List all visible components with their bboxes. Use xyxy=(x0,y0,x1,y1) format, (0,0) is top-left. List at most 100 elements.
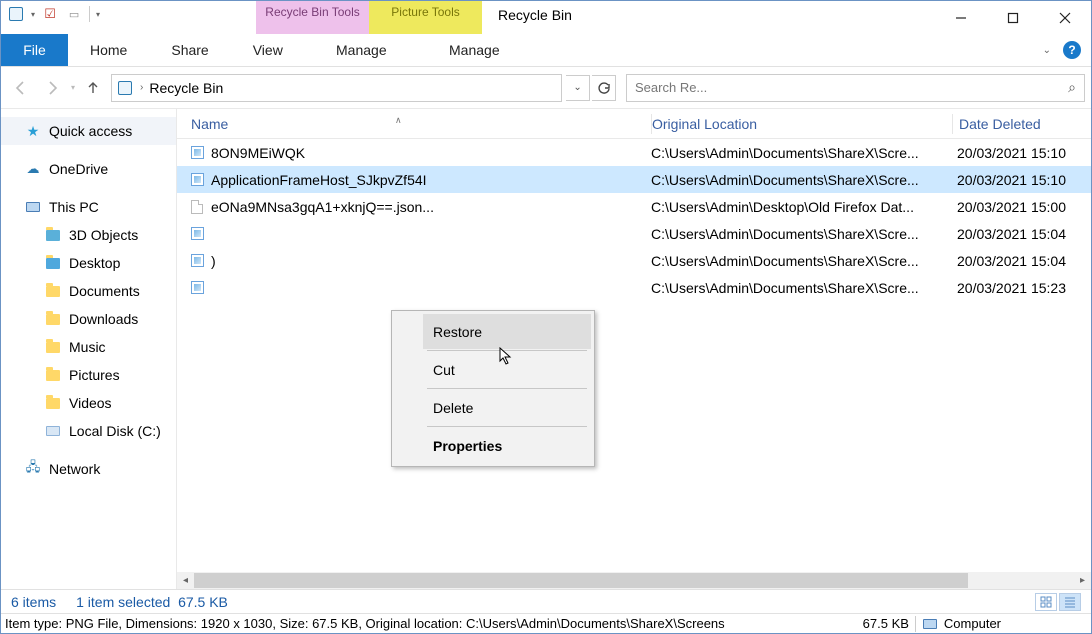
refresh-button[interactable] xyxy=(592,75,616,101)
view-tab[interactable]: View xyxy=(231,34,305,66)
tree-desktop[interactable]: Desktop xyxy=(1,249,176,277)
file-row[interactable]: 8ON9MEiWQKC:\Users\Admin\Documents\Share… xyxy=(177,139,1091,166)
address-bar[interactable]: › Recycle Bin xyxy=(111,74,562,102)
chevron-right-icon[interactable]: › xyxy=(140,82,143,93)
status-item-count: 6 items xyxy=(11,594,56,610)
up-button[interactable] xyxy=(79,74,107,102)
image-icon xyxy=(189,280,205,296)
back-button[interactable] xyxy=(7,74,35,102)
recycle-bin-icon xyxy=(7,5,25,23)
file-row[interactable]: eONa9MNsa3gqA1+xknjQ==.json... C:\Users\A… xyxy=(177,193,1091,220)
quick-access-toolbar: ▾ ☑ ▭ ▾ xyxy=(1,1,106,23)
file-name: 8ON9MEiWQK xyxy=(211,145,305,161)
info-size: 67.5 KB xyxy=(863,616,909,631)
file-name: eONa9MNsa3gqA1+xknjQ==.json... xyxy=(211,199,434,215)
file-name: ApplicationFrameHost_SJkpvZf54I xyxy=(211,172,427,188)
tree-network[interactable]: 🖧Network xyxy=(1,455,176,483)
home-tab[interactable]: Home xyxy=(68,34,149,66)
context-separator xyxy=(427,388,587,389)
file-row[interactable]: C:\Users\Admin\Documents\ShareX\Scre...2… xyxy=(177,274,1091,301)
image-icon xyxy=(189,172,205,188)
folder-icon xyxy=(45,339,61,355)
star-icon: ★ xyxy=(25,123,41,139)
picture-tools-tab[interactable]: Picture Tools xyxy=(369,1,482,34)
ribbon: File Home Share View Manage Manage ⌄ ? xyxy=(1,34,1091,67)
minimize-button[interactable] xyxy=(935,1,987,34)
qat-separator xyxy=(89,6,90,22)
tree-pictures[interactable]: Pictures xyxy=(1,361,176,389)
recycle-bin-tools-tab[interactable]: Recycle Bin Tools xyxy=(256,1,369,34)
cloud-icon: ☁ xyxy=(25,161,41,177)
close-button[interactable] xyxy=(1039,1,1091,34)
title-bar: ▾ ☑ ▭ ▾ Recycle Bin Tools Picture Tools … xyxy=(1,1,1091,34)
file-original-location: C:\Users\Admin\Documents\ShareX\Scre... xyxy=(651,280,951,296)
folder-icon xyxy=(45,367,61,383)
file-original-location: C:\Users\Admin\Desktop\Old Firefox Dat..… xyxy=(651,199,951,215)
context-delete[interactable]: Delete xyxy=(423,390,591,425)
tree-documents[interactable]: Documents xyxy=(1,277,176,305)
manage-picture-tab[interactable]: Manage xyxy=(418,34,531,66)
address-dropdown-icon[interactable]: ⌄ xyxy=(566,75,590,101)
file-date-deleted: 20/03/2021 15:10 xyxy=(951,145,1091,161)
context-properties[interactable]: Properties xyxy=(423,428,591,463)
properties-icon[interactable]: ☑ xyxy=(41,5,59,23)
drive-icon xyxy=(45,423,61,439)
tree-3d-objects[interactable]: 3D Objects xyxy=(1,221,176,249)
context-separator xyxy=(427,426,587,427)
info-computer: Computer xyxy=(944,616,1001,631)
qat-dropdown-icon[interactable]: ▾ xyxy=(31,10,35,19)
info-bar: Item type: PNG File, Dimensions: 1920 x … xyxy=(1,613,1091,633)
folder-icon xyxy=(45,311,61,327)
column-date-deleted[interactable]: Date Deleted xyxy=(953,116,1091,132)
folder-icon xyxy=(45,395,61,411)
qat-customize-icon[interactable]: ▾ xyxy=(96,10,100,19)
contextual-tabs: Recycle Bin Tools Picture Tools xyxy=(256,1,482,34)
help-icon[interactable]: ? xyxy=(1063,41,1081,59)
file-date-deleted: 20/03/2021 15:10 xyxy=(951,172,1091,188)
file-row[interactable]: )C:\Users\Admin\Documents\ShareX\Scre...… xyxy=(177,247,1091,274)
toggle-icon[interactable]: ▭ xyxy=(65,5,83,23)
search-icon: ⌕ xyxy=(1068,79,1076,96)
share-tab[interactable]: Share xyxy=(149,34,230,66)
column-headers: Name∧ Original Location Date Deleted xyxy=(177,109,1091,139)
file-row[interactable]: ApplicationFrameHost_SJkpvZf54IC:\Users\… xyxy=(177,166,1091,193)
horizontal-scrollbar[interactable]: ◂ ▸ xyxy=(177,572,1091,589)
tree-downloads[interactable]: Downloads xyxy=(1,305,176,333)
tree-local-disk[interactable]: Local Disk (C:) xyxy=(1,417,176,445)
column-original-location[interactable]: Original Location xyxy=(652,116,952,132)
file-date-deleted: 20/03/2021 15:04 xyxy=(951,253,1091,269)
file-tab[interactable]: File xyxy=(1,34,68,66)
folder-icon xyxy=(45,227,61,243)
folder-icon xyxy=(45,255,61,271)
scroll-track[interactable] xyxy=(194,572,1074,589)
file-date-deleted: 20/03/2021 15:23 xyxy=(951,280,1091,296)
context-menu: Restore Cut Delete Properties xyxy=(391,310,595,467)
file-name: ) xyxy=(211,253,216,269)
breadcrumb[interactable]: Recycle Bin xyxy=(149,80,223,96)
window-controls xyxy=(935,1,1091,34)
tree-this-pc[interactable]: This PC xyxy=(1,193,176,221)
scroll-left-icon[interactable]: ◂ xyxy=(177,572,194,589)
history-dropdown-icon[interactable]: ▾ xyxy=(71,83,75,92)
pc-icon xyxy=(922,616,938,632)
view-toggles xyxy=(1035,593,1081,611)
search-input[interactable]: Search Re... ⌕ xyxy=(626,74,1085,102)
file-row[interactable]: C:\Users\Admin\Documents\ShareX\Scre...2… xyxy=(177,220,1091,247)
manage-recycle-tab[interactable]: Manage xyxy=(305,34,418,66)
window-title: Recycle Bin xyxy=(498,1,572,23)
ribbon-expand-icon[interactable]: ⌄ xyxy=(1043,45,1051,56)
view-details[interactable] xyxy=(1059,593,1081,611)
tree-quick-access[interactable]: ★Quick access xyxy=(1,117,176,145)
tree-videos[interactable]: Videos xyxy=(1,389,176,417)
maximize-button[interactable] xyxy=(987,1,1039,34)
info-divider xyxy=(915,616,916,632)
tree-music[interactable]: Music xyxy=(1,333,176,361)
column-name[interactable]: Name∧ xyxy=(177,116,651,132)
context-restore[interactable]: Restore xyxy=(423,314,591,349)
scroll-right-icon[interactable]: ▸ xyxy=(1074,572,1091,589)
image-icon xyxy=(189,145,205,161)
tree-onedrive[interactable]: ☁OneDrive xyxy=(1,155,176,183)
forward-button[interactable] xyxy=(39,74,67,102)
view-large-icons[interactable] xyxy=(1035,593,1057,611)
scroll-thumb[interactable] xyxy=(194,573,968,588)
